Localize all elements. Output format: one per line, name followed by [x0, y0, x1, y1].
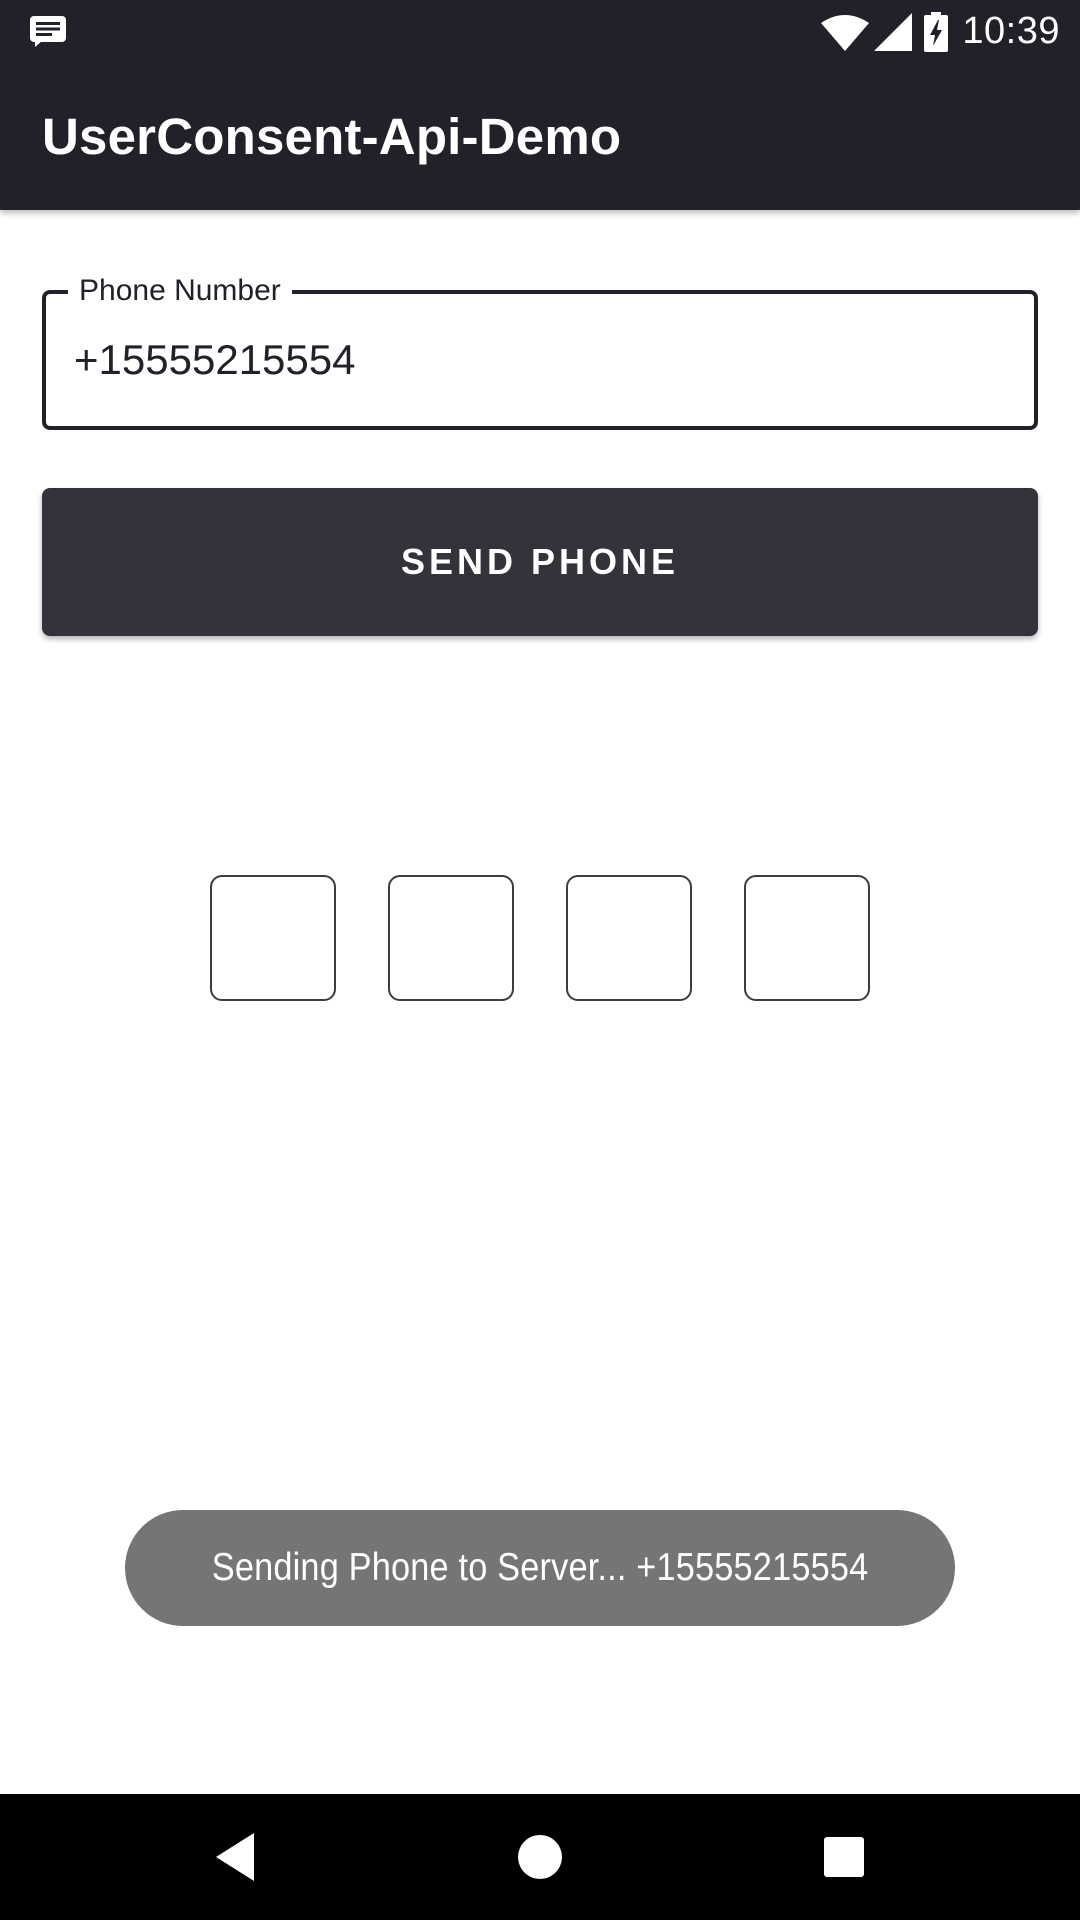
home-icon[interactable] — [510, 1827, 570, 1887]
otp-digit-4[interactable] — [744, 875, 870, 1001]
toast: Sending Phone to Server... +15555215554 — [125, 1510, 955, 1626]
signal-icon — [874, 12, 913, 51]
app-bar: UserConsent-Api-Demo — [0, 63, 1080, 210]
recents-icon[interactable] — [814, 1827, 874, 1887]
status-bar: 10:39 — [0, 0, 1080, 63]
wifi-icon — [820, 13, 870, 51]
otp-digit-2[interactable] — [388, 875, 514, 1001]
toast-message: Sending Phone to Server... +15555215554 — [211, 1546, 869, 1589]
otp-digit-1[interactable] — [210, 875, 336, 1001]
status-icons: 10:39 — [820, 0, 1060, 63]
otp-digit-3[interactable] — [566, 875, 692, 1001]
phone-number-field[interactable]: Phone Number — [42, 273, 1038, 430]
phone-number-input[interactable] — [74, 294, 1006, 426]
back-icon[interactable] — [206, 1827, 266, 1887]
status-time: 10:39 — [962, 10, 1060, 52]
notification-icon — [29, 15, 67, 47]
battery-charging-icon — [924, 11, 949, 52]
send-phone-button[interactable]: SEND PHONE — [42, 488, 1038, 636]
navigation-bar — [0, 1794, 1080, 1920]
app-title: UserConsent-Api-Demo — [42, 108, 622, 165]
